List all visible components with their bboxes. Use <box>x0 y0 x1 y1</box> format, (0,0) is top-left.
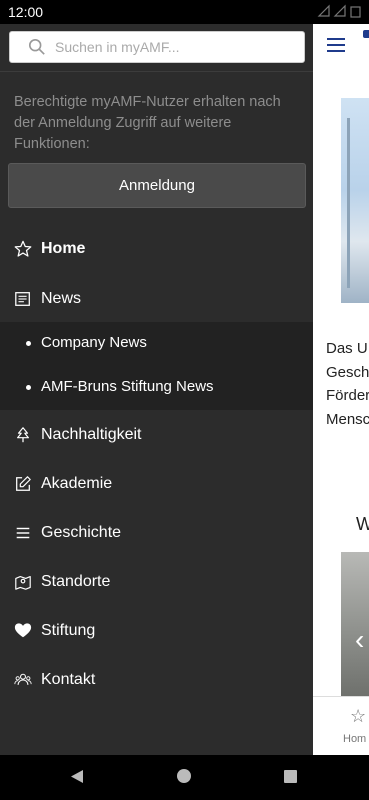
system-navigation-bar <box>0 755 369 800</box>
teaser-line: Gesch <box>326 363 369 381</box>
bullet-icon <box>26 385 31 390</box>
tab-home-label[interactable]: Hom <box>343 733 366 745</box>
chevron-left-icon[interactable]: ‹ <box>355 624 364 656</box>
submenu-item-company-news[interactable]: Company News <box>0 322 313 366</box>
teaser-line: Mensc <box>326 410 369 428</box>
login-button[interactable]: Anmeldung <box>8 163 306 208</box>
nav-label-akademie: Akademie <box>41 475 113 492</box>
submenu-label: Company News <box>41 334 147 351</box>
tab-bar: ☆ Hom <box>313 696 369 755</box>
recent-apps-icon[interactable] <box>284 770 297 783</box>
home-button-icon[interactable] <box>177 769 191 783</box>
nav-label-geschichte: Geschichte <box>41 524 122 541</box>
nav-label-news: News <box>41 290 82 307</box>
list-icon <box>14 524 32 542</box>
nav-item-news[interactable]: News <box>0 277 313 321</box>
status-icons <box>317 4 363 21</box>
nav-item-kontakt[interactable]: Kontakt <box>0 658 313 702</box>
nav-item-akademie[interactable]: Akademie <box>0 462 313 506</box>
amf-logo <box>363 30 369 38</box>
back-icon[interactable] <box>70 769 84 784</box>
heart-icon <box>14 622 32 640</box>
star-icon <box>14 240 32 258</box>
background-app: Das U Gesch Förder Mensc W ‹ ☆ Hom <box>313 24 369 755</box>
article-teaser[interactable]: Das U Gesch Förder Mensc <box>326 337 369 431</box>
status-bar: 12:00 <box>0 0 369 24</box>
star-icon[interactable]: ☆ <box>350 706 366 727</box>
people-icon <box>14 671 32 689</box>
edit-icon <box>14 475 32 493</box>
nav-label-home: Home <box>41 240 86 257</box>
nav-item-home[interactable]: Home <box>0 227 313 271</box>
search-box[interactable] <box>9 31 305 63</box>
map-pin-icon <box>14 573 32 591</box>
teaser-line: Förder <box>326 387 369 404</box>
news-submenu: Company News AMF-Bruns Stiftung News <box>0 322 313 410</box>
nav-item-standorte[interactable]: Standorte <box>0 560 313 604</box>
nav-item-nachhaltigkeit[interactable]: Nachhaltigkeit <box>0 413 313 457</box>
newspaper-icon <box>14 290 32 308</box>
submenu-label: AMF-Bruns Stiftung News <box>41 378 214 395</box>
tree-icon <box>14 426 32 444</box>
section-heading: W <box>356 514 369 534</box>
teaser-line: Das U <box>326 340 368 357</box>
screen: 12:00 Das U Gesch Förder Mensc W ‹ ☆ Hom <box>0 0 369 800</box>
nav-label-stiftung: Stiftung <box>41 622 96 639</box>
search-icon <box>28 38 45 55</box>
nav-item-geschichte[interactable]: Geschichte <box>0 511 313 555</box>
bullet-icon <box>26 341 31 346</box>
search-input[interactable] <box>55 32 295 62</box>
hamburger-menu-icon[interactable] <box>327 38 345 56</box>
login-info-text: Berechtigte myAMF-Nutzer erhalten nach d… <box>14 94 281 152</box>
nav-label-standorte: Standorte <box>41 573 111 590</box>
nav-label-kontakt: Kontakt <box>41 671 96 688</box>
submenu-item-stiftung-news[interactable]: AMF-Bruns Stiftung News <box>0 366 313 410</box>
nav-item-stiftung[interactable]: Stiftung <box>0 609 313 653</box>
navigation-drawer: Berechtigte myAMF-Nutzer erhalten nach d… <box>0 24 313 755</box>
hero-image <box>341 98 369 303</box>
nav-label-nachhaltigkeit: Nachhaltigkeit <box>41 426 142 443</box>
status-time: 12:00 <box>8 4 44 20</box>
divider <box>0 71 313 72</box>
signal-battery-icon <box>317 4 361 18</box>
